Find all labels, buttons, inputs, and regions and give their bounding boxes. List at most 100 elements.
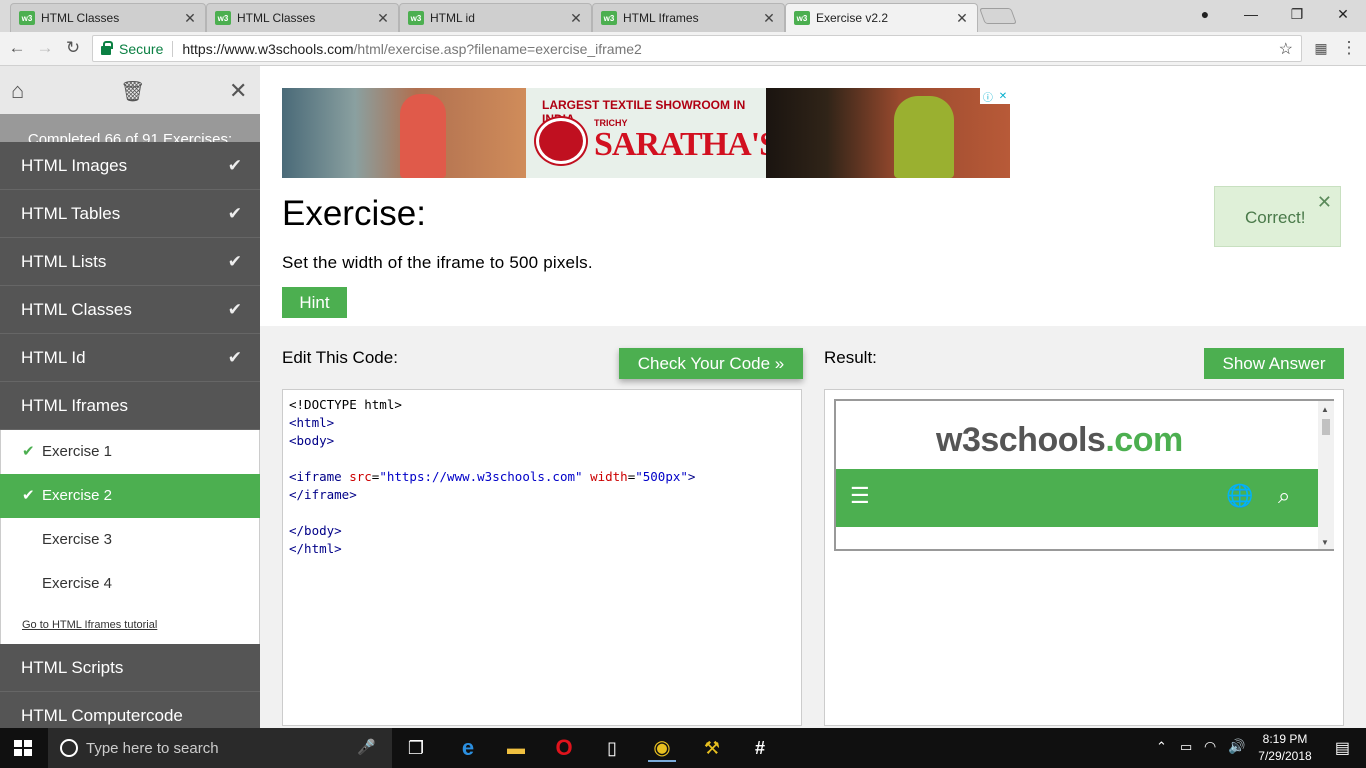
search-placeholder: Type here to search	[86, 739, 219, 757]
sidebar-item-html-classes[interactable]: HTML Classes ✔	[0, 286, 260, 334]
browser-tab[interactable]: w3 HTML Classes ✕	[206, 3, 399, 32]
close-tab-icon[interactable]: ✕	[567, 10, 585, 27]
sidebar-item-html-images[interactable]: HTML Images ✔	[0, 142, 260, 190]
notifications-icon[interactable]: ▤	[1335, 738, 1350, 758]
sidebar-item-html-scripts[interactable]: HTML Scripts	[0, 644, 260, 692]
new-tab-button[interactable]	[979, 8, 1017, 24]
sidebar-item-html-lists[interactable]: HTML Lists ✔	[0, 238, 260, 286]
iframe-scrollbar[interactable]: ▲ ▼	[1318, 401, 1334, 549]
checkmark-icon: ✔	[227, 204, 242, 223]
taskbar-clock[interactable]: 8:19 PM 7/29/2018	[1252, 731, 1318, 765]
tab-title: Exercise v2.2	[816, 11, 889, 25]
close-tab-icon[interactable]: ✕	[181, 10, 199, 27]
wifi-icon[interactable]: ◠	[1204, 738, 1216, 755]
battery-icon[interactable]: ▭	[1180, 739, 1192, 755]
result-iframe[interactable]: w3schools.com ☰ 🌐 ⌕ ▲ ▼	[834, 399, 1334, 551]
hint-button[interactable]: Hint	[282, 287, 347, 318]
scroll-down-icon[interactable]: ▼	[1321, 538, 1329, 547]
sidebar-item-label: HTML Iframes	[21, 396, 129, 415]
edge-browser-icon[interactable]: e	[454, 734, 482, 762]
logo-suffix: .com	[1105, 421, 1183, 459]
home-icon[interactable]: ⌂	[11, 78, 24, 104]
w3schools-favicon-icon: w3	[215, 11, 231, 25]
clock-time: 8:19 PM	[1262, 732, 1308, 746]
back-arrow-icon[interactable]: ←	[6, 37, 28, 59]
trash-icon[interactable]: 🗑	[120, 79, 145, 104]
scrollbar-thumb[interactable]	[1322, 419, 1330, 435]
chrome-icon[interactable]: ◉	[648, 734, 676, 762]
forward-arrow-icon[interactable]: →	[34, 37, 56, 59]
sidebar-item-html-id[interactable]: HTML Id ✔	[0, 334, 260, 382]
result-label: Result:	[824, 348, 877, 367]
exercise-link-3[interactable]: Exercise 3	[0, 518, 260, 562]
result-panel: w3schools.com ☰ 🌐 ⌕ ▲ ▼	[824, 389, 1344, 726]
ad-text-panel: LARGEST TEXTILE SHOWROOM IN INDIA TRICHY…	[526, 88, 778, 178]
task-view-icon[interactable]: ❐	[402, 734, 430, 762]
search-icon[interactable]: ⌕	[1278, 483, 1290, 509]
browser-tab-active[interactable]: w3 Exercise v2.2 ✕	[785, 3, 978, 32]
advertisement-banner[interactable]: LARGEST TEXTILE SHOWROOM IN INDIA TRICHY…	[282, 88, 1010, 178]
show-answer-button[interactable]: Show Answer	[1204, 348, 1344, 379]
address-bar[interactable]: Secure https://www.w3schools.com/html/ex…	[92, 35, 1302, 62]
profile-icon[interactable]: ●	[1190, 6, 1220, 22]
volume-icon[interactable]: 🔊	[1228, 738, 1245, 755]
close-feedback-icon[interactable]: ✕	[1317, 192, 1332, 213]
sidebar-item-html-computercode[interactable]: HTML Computercode	[0, 692, 260, 728]
opera-icon[interactable]: O	[550, 734, 578, 762]
checkmark-icon: ✔	[22, 443, 35, 460]
scroll-up-icon[interactable]: ▲	[1321, 405, 1329, 414]
file-explorer-icon[interactable]: ▬	[502, 734, 530, 762]
sidebar-item-html-iframes[interactable]: HTML Iframes	[0, 382, 260, 430]
close-tab-icon[interactable]: ✕	[953, 10, 971, 27]
browser-tab[interactable]: w3 HTML Iframes ✕	[592, 3, 785, 32]
exercise-sidebar: ⌂ 🗑 ✕ Completed 66 of 91 Exercises: HTML…	[0, 66, 260, 728]
ad-info-icon[interactable]: ⓘ	[983, 89, 993, 104]
code-width-value: "500px"	[635, 469, 688, 484]
close-tab-icon[interactable]: ✕	[374, 10, 392, 27]
tab-title: HTML Classes	[41, 11, 120, 25]
windows-start-icon[interactable]	[14, 740, 32, 756]
browser-tab-strip: w3 HTML Classes ✕ w3 HTML Classes ✕ w3 H…	[0, 0, 1366, 32]
reload-icon[interactable]: ↻	[62, 37, 84, 59]
code-html-close: </html>	[289, 541, 342, 556]
taskbar-search-box[interactable]: Type here to search 🎤	[48, 728, 392, 768]
slack-icon[interactable]: #	[746, 734, 774, 762]
exercise-label: Exercise 3	[42, 531, 113, 548]
browser-tab[interactable]: w3 HTML Classes ✕	[10, 3, 206, 32]
exercise-link-4[interactable]: Exercise 4	[0, 562, 260, 606]
minimize-icon[interactable]: —	[1236, 6, 1266, 22]
close-sidebar-icon[interactable]: ✕	[229, 78, 247, 104]
code-editor[interactable]: <!DOCTYPE html> <html> <body> <iframe sr…	[282, 389, 802, 726]
close-tab-icon[interactable]: ✕	[760, 10, 778, 27]
code-body-close: </body>	[289, 523, 342, 538]
browser-tab[interactable]: w3 HTML id ✕	[399, 3, 592, 32]
check-code-button[interactable]: Check Your Code »	[619, 348, 803, 379]
notepad-icon[interactable]: ▯	[598, 734, 626, 762]
tray-overflow-chevron-icon[interactable]: ⌃	[1156, 739, 1167, 755]
ad-close-icon[interactable]: ✕	[999, 91, 1007, 102]
exercise-title: Exercise:	[282, 194, 426, 233]
secure-indicator[interactable]: Secure	[101, 41, 163, 57]
exercise-link-1[interactable]: ✔ Exercise 1	[0, 430, 260, 474]
close-window-icon[interactable]: ✕	[1328, 6, 1358, 23]
w3schools-logo[interactable]: w3schools.com	[936, 421, 1183, 460]
code-html-open: <html>	[289, 415, 335, 430]
maximize-icon[interactable]: ❐	[1282, 6, 1312, 23]
tools-icon[interactable]: ⚒	[698, 734, 726, 762]
bookmark-star-icon[interactable]: ☆	[1279, 39, 1293, 59]
checkmark-icon: ✔	[227, 156, 242, 175]
microphone-icon[interactable]: 🎤	[357, 738, 376, 756]
sidebar-item-html-tables[interactable]: HTML Tables ✔	[0, 190, 260, 238]
w3schools-favicon-icon: w3	[601, 11, 617, 25]
globe-icon[interactable]: 🌐	[1226, 483, 1253, 509]
ad-choices[interactable]: ⓘ ✕	[980, 88, 1010, 104]
w3schools-favicon-icon: w3	[794, 11, 810, 25]
tutorial-link[interactable]: Go to HTML Iframes tutorial	[22, 619, 157, 631]
exercise-link-2[interactable]: ✔ Exercise 2	[0, 474, 260, 518]
sidebar-item-label: HTML Computercode	[21, 706, 183, 725]
url-path: /html/exercise.asp?filename=exercise_ifr…	[353, 40, 642, 57]
browser-toolbar: ← → ↻ Secure https://www.w3schools.com/h…	[0, 32, 1366, 66]
hamburger-menu-icon[interactable]: ☰	[850, 483, 870, 509]
extension-icon[interactable]: ▦	[1310, 37, 1332, 59]
menu-kebab-icon[interactable]: ⋮	[1338, 37, 1360, 59]
